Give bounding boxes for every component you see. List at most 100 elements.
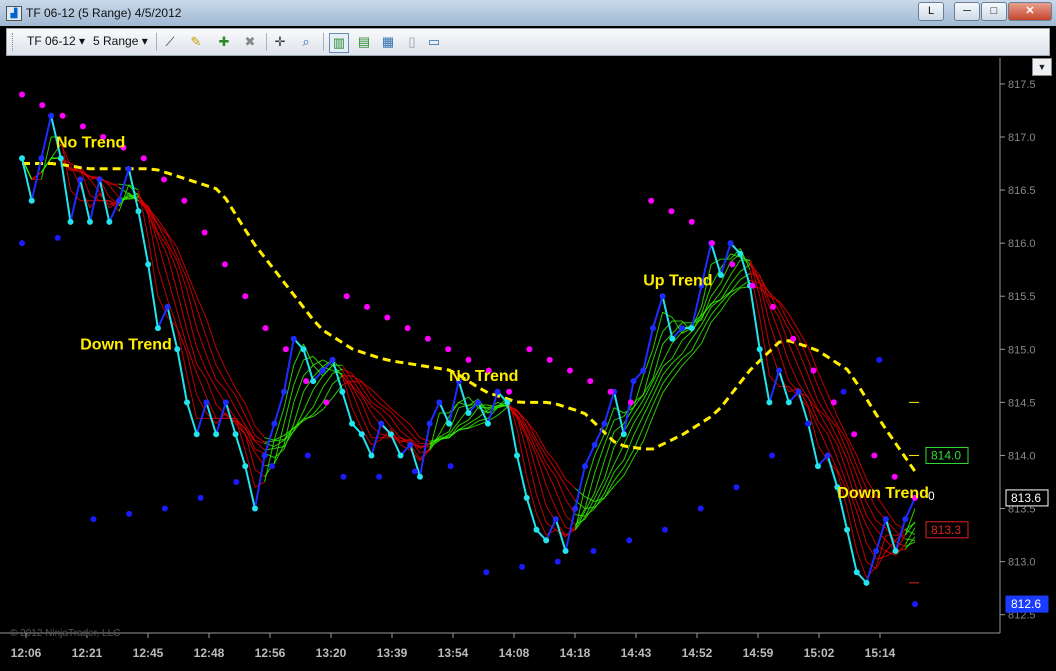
sar-upper-dot <box>769 303 776 310</box>
price-point <box>523 494 530 501</box>
close-button[interactable]: ✕ <box>1008 2 1052 21</box>
sar-upper-dot <box>709 240 716 247</box>
price-point <box>873 548 880 554</box>
chart-style-icon[interactable]: ▥ <box>329 33 349 53</box>
price-chart[interactable]: No Trend Down Trend No Trend Up Trend Down T… <box>0 58 1056 671</box>
price-point <box>261 452 268 459</box>
value-label-text: 814.0 <box>931 448 961 462</box>
strategies-icon[interactable]: ▦ <box>379 33 397 51</box>
price-point <box>514 452 521 459</box>
zoom-icon[interactable]: ⌕ <box>297 33 315 51</box>
sar-upper-dot <box>181 197 188 204</box>
sar-lower-dot <box>661 526 668 533</box>
crosshair-icon[interactable]: ✛ <box>271 33 289 51</box>
sar-lower-dot <box>304 452 311 459</box>
sar-upper-dot <box>262 325 269 332</box>
price-point <box>892 548 899 554</box>
maximize-button[interactable]: □ <box>981 2 1007 21</box>
price-point <box>416 473 423 480</box>
price-point <box>154 325 161 332</box>
price-point <box>48 112 55 119</box>
x-tick-label: 13:20 <box>316 646 347 660</box>
sar-upper-dot <box>242 293 249 300</box>
sar-upper-dot <box>79 123 86 130</box>
remove-marker-icon[interactable]: ✖ <box>241 33 259 51</box>
price-point <box>756 346 763 353</box>
x-tick-label: 12:48 <box>194 646 225 660</box>
sar-upper-dot <box>282 346 289 353</box>
price-point <box>300 346 307 353</box>
sar-lower-dot <box>733 484 740 491</box>
price-point <box>543 537 550 544</box>
price-point <box>281 388 288 395</box>
sar-upper-dot <box>871 452 878 459</box>
sar-upper-dot <box>607 388 614 395</box>
price-point <box>349 420 356 427</box>
sar-lower-dot <box>340 473 347 480</box>
price-point <box>737 250 744 257</box>
price-point <box>649 325 656 332</box>
price-point <box>339 388 346 395</box>
sar-upper-dot <box>19 91 25 98</box>
price-point <box>407 441 414 448</box>
sar-upper-dot <box>749 282 756 289</box>
sar-lower-dot <box>447 463 454 470</box>
price-point <box>620 431 627 438</box>
layout-button[interactable]: L <box>918 2 944 21</box>
pencil-icon[interactable]: ✎ <box>187 33 205 51</box>
instrument-selector[interactable]: TF 06-12 ▾ <box>27 34 85 48</box>
price-point <box>397 452 404 459</box>
properties-icon[interactable]: ▭ <box>425 33 443 51</box>
sar-upper-dot <box>465 356 472 363</box>
window-title: TF 06-12 (5 Range) 4/5/2012 <box>26 6 182 20</box>
trend-annotation: No Trend <box>449 368 518 385</box>
price-point <box>882 516 889 523</box>
interval-selector[interactable]: 5 Range ▾ <box>93 34 148 48</box>
add-marker-icon[interactable]: ✚ <box>215 33 233 51</box>
price-point <box>581 463 588 470</box>
price-point <box>785 399 792 406</box>
price-point <box>125 165 132 172</box>
sar-upper-dot <box>648 197 655 204</box>
price-point <box>251 505 258 512</box>
price-point <box>96 176 103 183</box>
instrument-label: TF 06-12 <box>27 34 76 48</box>
data-box-icon[interactable]: ▯ <box>403 33 421 51</box>
copyright-text: © 2012 NinjaTrader, LLC <box>10 628 120 639</box>
price-point <box>290 335 297 342</box>
sar-lower-dot <box>19 240 25 247</box>
sar-upper-dot <box>161 176 168 183</box>
x-tick-label: 12:45 <box>133 646 164 660</box>
price-point <box>902 516 909 523</box>
price-point <box>145 261 152 268</box>
toolbar-separator <box>156 33 157 51</box>
price-point <box>679 325 686 332</box>
price-point <box>77 176 84 183</box>
sar-lower-dot <box>840 388 847 395</box>
sar-upper-dot <box>343 293 350 300</box>
price-point <box>727 240 734 247</box>
indicators-icon[interactable]: ▤ <box>355 33 373 51</box>
x-tick-label: 15:14 <box>865 646 896 660</box>
toolbar-separator <box>266 33 267 51</box>
sar-lower-dot <box>769 452 776 459</box>
y-tick-label: 814.0 <box>1008 450 1036 462</box>
price-point <box>319 367 326 374</box>
sar-lower-dot <box>519 563 526 570</box>
y-tick-label: 817.5 <box>1008 79 1036 91</box>
sar-upper-dot <box>830 399 837 406</box>
sar-upper-dot <box>303 378 310 385</box>
sar-upper-dot <box>587 378 594 385</box>
sar-lower-dot <box>626 537 633 544</box>
panel-dropdown-button[interactable]: ▼ <box>1032 58 1052 76</box>
line-drawing-icon[interactable]: ⟋ <box>161 33 179 51</box>
minimize-button[interactable]: ─ <box>954 2 980 21</box>
price-point <box>116 197 123 204</box>
y-tick-label: 816.0 <box>1008 238 1036 250</box>
price-point <box>659 293 666 300</box>
price-point <box>853 569 860 576</box>
price-point <box>387 431 394 438</box>
chevron-down-icon: ▾ <box>141 34 148 48</box>
sar-lower-dot <box>804 420 811 427</box>
x-tick-label: 14:43 <box>621 646 652 660</box>
